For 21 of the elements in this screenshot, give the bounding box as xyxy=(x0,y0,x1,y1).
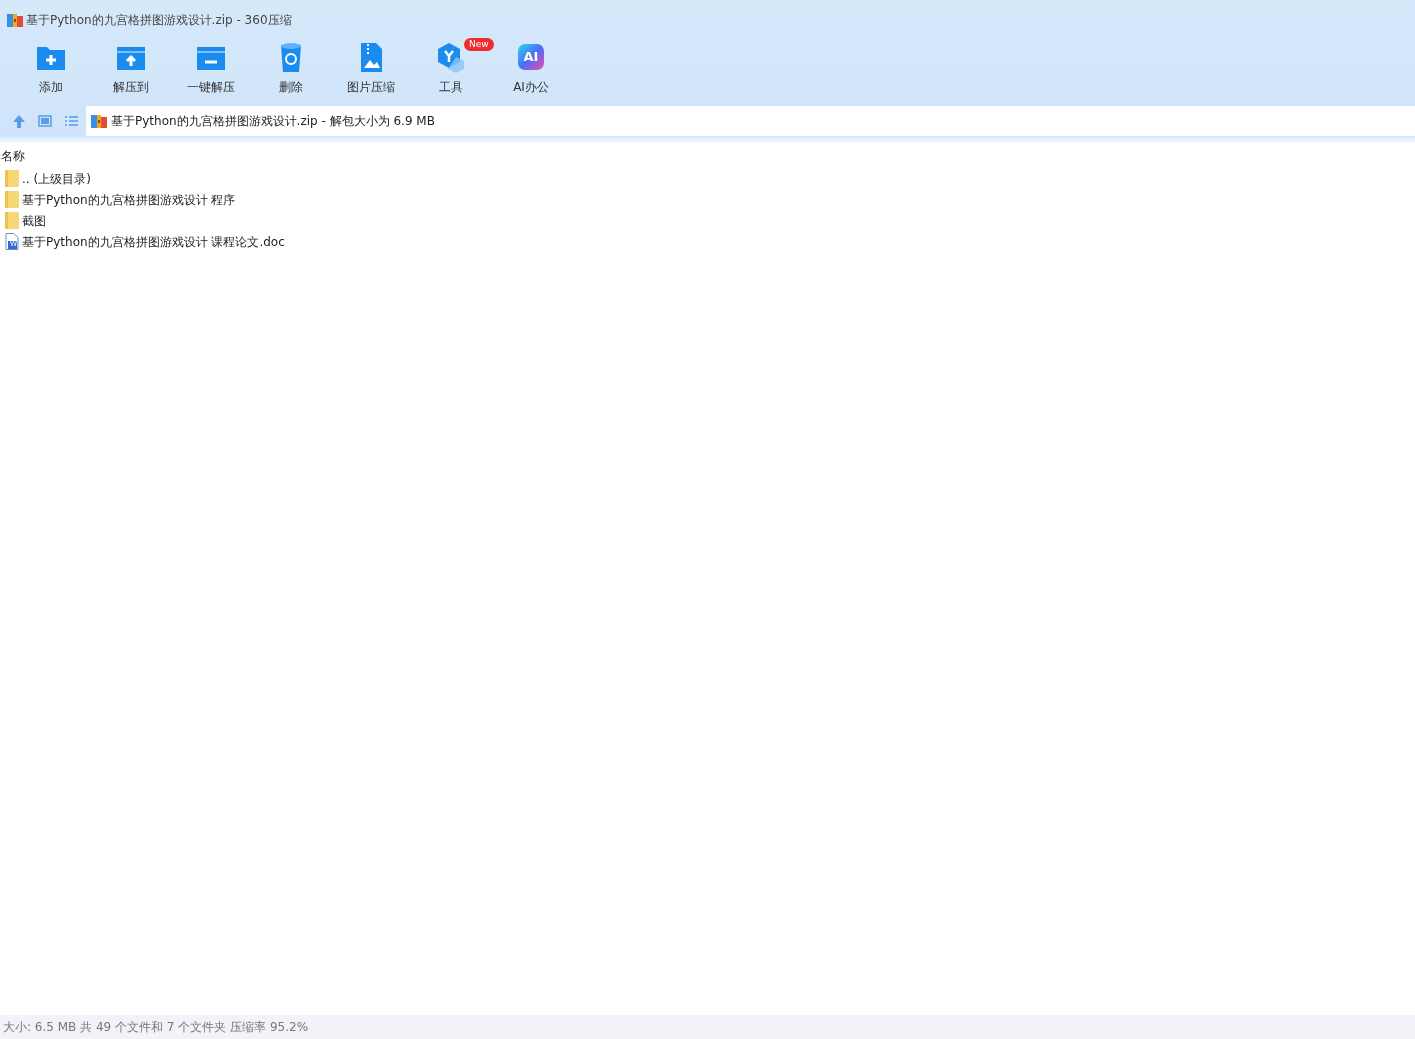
archive-icon xyxy=(91,114,107,128)
folder-icon xyxy=(5,191,19,208)
file-name[interactable]: 截图 xyxy=(22,211,46,230)
file-name[interactable]: 基于Python的九宫格拼图游戏设计 程序 xyxy=(22,190,236,209)
toolbar-button[interactable]: 一键解压 xyxy=(171,40,251,106)
toolbar-button[interactable]: AI AI办公 xyxy=(491,40,571,106)
folder-icon xyxy=(5,170,19,187)
new-badge: New xyxy=(464,38,494,51)
toolbar-button[interactable]: 解压到 xyxy=(91,40,171,106)
column-header[interactable]: 名称 xyxy=(1,149,25,163)
folder-icon xyxy=(5,212,19,229)
delete-button[interactable]: 删除 xyxy=(251,40,331,106)
toolbar-button[interactable]: 工具 New xyxy=(411,40,491,106)
window-title: 基于Python的九宫格拼图游戏设计.zip - 360压缩 xyxy=(26,12,292,29)
address-text: 基于Python的九宫格拼图游戏设计.zip - 解包大小为 6.9 MB xyxy=(111,113,435,130)
toolbar-button[interactable]: 添加 xyxy=(11,40,91,106)
toolbar-button[interactable]: 图片压缩 xyxy=(331,40,411,106)
archive-icon xyxy=(7,13,23,27)
status-text: 大小: 6.5 MB 共 49 个文件和 7 个文件夹 压缩率 95.2% xyxy=(3,1020,309,1034)
file-name[interactable]: 基于Python的九宫格拼图游戏设计 课程论文.doc xyxy=(22,232,285,251)
file-name[interactable]: .. (上级目录) xyxy=(22,169,91,188)
